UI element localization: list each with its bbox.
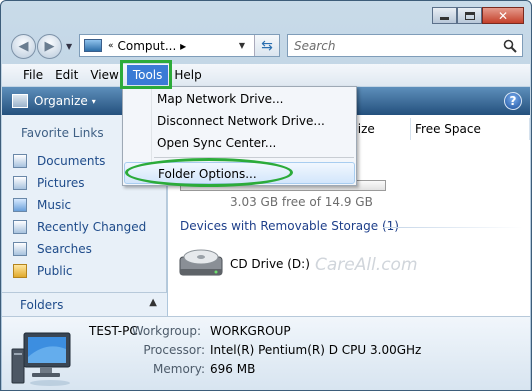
organize-dropdown-icon: ▾ <box>91 96 96 106</box>
search-input[interactable]: Search <box>287 34 523 57</box>
favorite-links-header: Favorite Links <box>21 126 104 140</box>
pictures-icon <box>13 176 27 190</box>
removable-storage-group-label: Devices with Removable Storage (1) <box>180 219 399 233</box>
refresh-icon: ⇆ <box>261 37 273 54</box>
recently-changed-icon <box>13 220 27 234</box>
window-controls: ✕ <box>432 7 524 24</box>
column-header-free-space[interactable]: Free Space <box>411 118 530 140</box>
back-button[interactable]: ◀ <box>11 34 36 59</box>
menu-item-map-network-drive[interactable]: Map Network Drive... <box>124 88 355 110</box>
explorer-window: ✕ ◀ ▶ ▼ « Comput... ▸ ▼ ⇆ Search File Ed… <box>0 0 532 391</box>
address-dropdown-icon[interactable]: ▼ <box>239 41 245 50</box>
minimize-button[interactable] <box>432 7 457 24</box>
menu-edit[interactable]: Edit <box>49 65 84 85</box>
processor-value: Intel(R) Pentium(R) D CPU 3.00GHz <box>210 343 422 357</box>
chevron-up-icon: ▲ <box>149 297 157 308</box>
favorite-link-music[interactable]: Music <box>13 194 146 216</box>
workgroup-label: Workgroup: <box>131 324 201 338</box>
favorite-link-searches[interactable]: Searches <box>13 238 146 260</box>
favorite-link-label: Public <box>37 264 73 278</box>
maximize-icon <box>464 11 475 20</box>
documents-icon <box>13 154 27 168</box>
menu-view[interactable]: View <box>84 65 124 85</box>
favorite-link-label: Recently Changed <box>37 220 147 234</box>
menu-file[interactable]: File <box>17 65 49 85</box>
breadcrumb-arrow-icon[interactable]: ▸ <box>180 39 186 53</box>
workgroup-value: WORKGROUP <box>210 324 291 338</box>
menu-bar: File Edit View Tools Help <box>2 64 530 86</box>
tools-menu-highlight <box>120 60 172 89</box>
group-divider <box>383 227 523 228</box>
music-icon <box>13 198 27 212</box>
back-arrow-icon: ◀ <box>18 39 29 54</box>
menu-item-open-sync-center[interactable]: Open Sync Center... <box>124 132 355 154</box>
cd-drive-label[interactable]: CD Drive (D:) <box>230 257 310 271</box>
close-icon: ✕ <box>497 8 509 23</box>
search-icon[interactable] <box>498 35 522 56</box>
help-button[interactable]: ? <box>504 92 522 110</box>
close-button[interactable]: ✕ <box>482 7 524 24</box>
search-placeholder: Search <box>294 38 336 53</box>
minimize-icon <box>440 17 449 20</box>
computer-icon <box>84 39 102 52</box>
menu-item-disconnect-network-drive[interactable]: Disconnect Network Drive... <box>124 110 355 132</box>
forward-button[interactable]: ▶ <box>37 34 62 59</box>
processor-label: Processor: <box>143 343 205 357</box>
favorite-link-label: Music <box>37 198 72 212</box>
address-bar[interactable]: « Comput... ▸ ▼ ⇆ <box>79 34 280 57</box>
organize-label: Organize <box>34 94 88 108</box>
organize-icon <box>12 94 28 108</box>
searches-icon <box>13 242 27 256</box>
organize-button[interactable]: Organize ▾ <box>12 94 96 108</box>
favorite-link-label: Pictures <box>37 176 85 190</box>
folders-label: Folders <box>20 297 64 312</box>
folder-options-highlight <box>125 158 293 187</box>
folders-toggle[interactable]: Folders ▲ <box>2 292 167 316</box>
watermark: CareAll.com <box>315 255 418 275</box>
memory-label: Memory: <box>153 362 205 376</box>
forward-arrow-icon: ▶ <box>44 39 55 54</box>
computer-large-icon <box>11 332 71 386</box>
menu-help[interactable]: Help <box>168 65 207 85</box>
drive-free-space-text: 3.03 GB free of 14.9 GB <box>230 195 373 209</box>
favorite-link-public[interactable]: Public <box>13 260 146 282</box>
recent-pages-dropdown-icon[interactable]: ▼ <box>66 42 72 51</box>
address-overflow[interactable]: « <box>108 41 114 51</box>
removable-storage-group-header[interactable]: Devices with Removable Storage (1) <box>180 219 399 233</box>
address-path-text: Comput... <box>117 38 177 53</box>
refresh-button[interactable]: ⇆ <box>254 35 279 56</box>
details-pane: TEST-PC Workgroup: WORKGROUP Processor: … <box>2 316 530 390</box>
maximize-button[interactable] <box>457 7 482 24</box>
cd-drive-icon[interactable] <box>176 243 226 279</box>
public-folder-icon <box>13 264 27 278</box>
favorite-link-label: Searches <box>37 242 92 256</box>
favorite-link-label: Documents <box>37 154 106 168</box>
favorite-link-recently-changed[interactable]: Recently Changed <box>13 216 146 238</box>
memory-value: 696 MB <box>210 362 256 376</box>
